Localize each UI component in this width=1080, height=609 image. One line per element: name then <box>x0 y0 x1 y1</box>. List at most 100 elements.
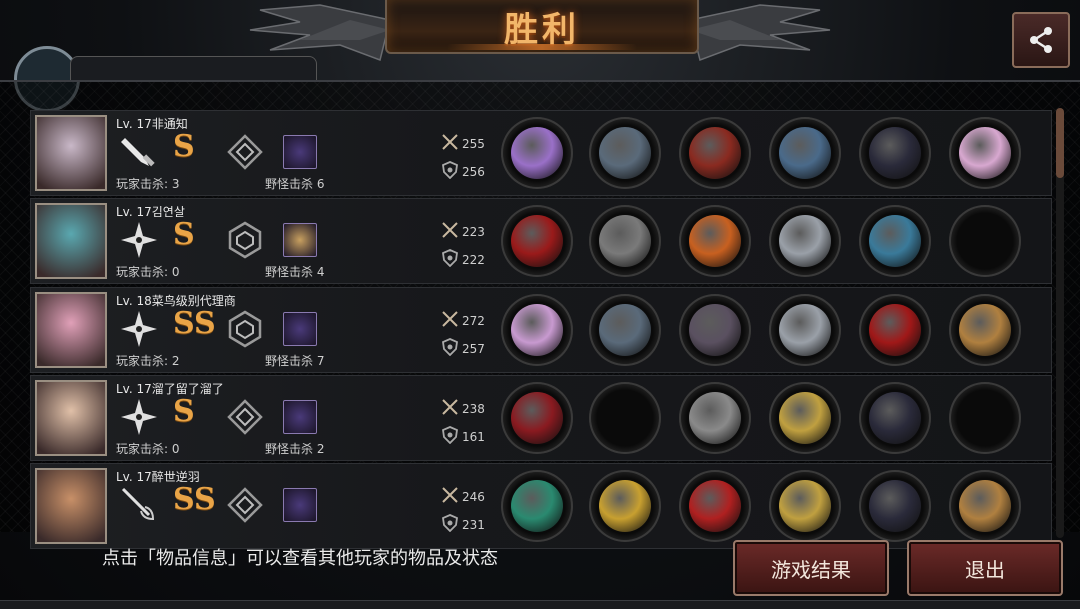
shuriken-icon <box>119 310 159 348</box>
equipment-slot[interactable] <box>859 470 931 542</box>
equipment-slot[interactable] <box>949 382 1021 454</box>
rapier-icon <box>119 486 159 524</box>
equipment-slot[interactable] <box>679 294 751 366</box>
equipment-item-icon <box>599 480 651 532</box>
equipment-slot[interactable] <box>769 117 841 189</box>
equipment-slot[interactable] <box>679 117 751 189</box>
attack-stat: 255 <box>441 133 485 154</box>
defense-stat: 257 <box>441 338 485 359</box>
equipment-slot[interactable] <box>859 205 931 277</box>
player-portrait[interactable] <box>35 292 107 368</box>
equipment-slot[interactable] <box>589 294 661 366</box>
equipment-slot[interactable] <box>679 470 751 542</box>
shuriken-icon <box>119 398 159 436</box>
equipment-item-icon <box>959 480 1011 532</box>
exit-button[interactable]: 退出 <box>907 540 1063 596</box>
attack-stat: 272 <box>441 310 485 331</box>
share-icon <box>1030 27 1052 53</box>
player-kills: 玩家击杀: 2 <box>116 354 180 368</box>
equipment-item-icon <box>869 392 921 444</box>
share-button[interactable] <box>1012 12 1070 68</box>
equipment-slot[interactable] <box>859 117 931 189</box>
player-row[interactable]: Lv. 17非通知 S 玩家击杀: 3 野怪击杀 6 255 256 <box>30 110 1052 196</box>
knife-icon <box>119 133 159 171</box>
attack-icon <box>441 133 459 154</box>
player-level-name: Lv. 17溜了留了溜了 <box>116 382 224 396</box>
defense-stat: 161 <box>441 426 485 447</box>
equipment-item-icon <box>511 215 563 267</box>
monster-kills: 野怪击杀 4 <box>265 265 325 279</box>
title-plate: 胜利 <box>385 0 699 54</box>
equipment-item-icon <box>779 304 831 356</box>
equipment-slot[interactable] <box>501 382 573 454</box>
defense-icon <box>441 426 459 447</box>
hexagon-rank-icon <box>225 310 265 348</box>
equipment-item-icon <box>959 127 1011 179</box>
equipment-slot[interactable] <box>501 117 573 189</box>
right-wing-ornament <box>690 4 831 61</box>
equipment-item-icon <box>689 304 741 356</box>
defense-stat: 222 <box>441 249 485 270</box>
monster-kills: 野怪击杀 7 <box>265 354 325 368</box>
equipment-item-icon <box>869 215 921 267</box>
equipment-item-icon <box>779 480 831 532</box>
player-portrait[interactable] <box>35 115 107 191</box>
buff-icon <box>283 312 317 346</box>
defense-icon <box>441 338 459 359</box>
equipment-item-icon <box>599 215 651 267</box>
item-info-hint: 点击「物品信息」可以查看其他玩家的物品及状态 <box>102 548 498 569</box>
player-kills: 玩家击杀: 0 <box>116 265 180 279</box>
equipment-item-icon <box>511 127 563 179</box>
equipment-slot[interactable] <box>501 470 573 542</box>
equipment-slot[interactable] <box>859 294 931 366</box>
equipment-slot[interactable] <box>589 205 661 277</box>
equipment-slot[interactable] <box>769 294 841 366</box>
equipment-slot[interactable] <box>501 294 573 366</box>
equipment-item-icon <box>869 304 921 356</box>
player-kills: 玩家击杀: 0 <box>116 442 180 456</box>
equipment-slot[interactable] <box>589 382 661 454</box>
equipment-slot[interactable] <box>679 205 751 277</box>
equipment-slot[interactable] <box>679 382 751 454</box>
attack-icon <box>441 221 459 242</box>
equipment-slot[interactable] <box>769 382 841 454</box>
equipment-slot[interactable] <box>949 470 1021 542</box>
buff-icon <box>283 400 317 434</box>
defense-stat: 231 <box>441 514 485 535</box>
equipment-slot[interactable] <box>949 294 1021 366</box>
grade-badge: S <box>173 217 195 252</box>
equipment-item-icon <box>779 392 831 444</box>
defense-stat: 256 <box>441 161 485 182</box>
scrollbar[interactable] <box>1056 108 1064 538</box>
equipment-slot[interactable] <box>589 470 661 542</box>
diamond-rank-icon <box>225 398 265 436</box>
equipment-slot[interactable] <box>501 205 573 277</box>
equipment-item-icon <box>869 480 921 532</box>
player-row[interactable]: Lv. 17溜了留了溜了 S 玩家击杀: 0 野怪击杀 2 238 161 <box>30 375 1052 461</box>
equipment-item-icon <box>599 127 651 179</box>
player-kills: 玩家击杀: 3 <box>116 177 180 191</box>
equipment-item-icon <box>689 215 741 267</box>
monster-kills: 野怪击杀 6 <box>265 177 325 191</box>
equipment-slot[interactable] <box>769 205 841 277</box>
equipment-slot[interactable] <box>589 117 661 189</box>
player-portrait[interactable] <box>35 203 107 279</box>
equipment-slot[interactable] <box>949 117 1021 189</box>
buff-icon <box>283 223 317 257</box>
equipment-item-icon <box>511 304 563 356</box>
player-row[interactable]: Lv. 17醉世逆羽 SS 246 231 <box>30 463 1052 549</box>
player-row[interactable]: Lv. 18菜鸟级别代理商 SS 玩家击杀: 2 野怪击杀 7 272 257 <box>30 287 1052 373</box>
diamond-rank-icon <box>225 133 265 171</box>
equipment-slot[interactable] <box>769 470 841 542</box>
game-result-button[interactable]: 游戏结果 <box>733 540 889 596</box>
scrollbar-thumb[interactable] <box>1056 108 1064 178</box>
attack-icon <box>441 486 459 507</box>
buff-icon <box>283 135 317 169</box>
equipment-slot[interactable] <box>859 382 931 454</box>
player-portrait[interactable] <box>35 380 107 456</box>
equipment-item-icon <box>869 127 921 179</box>
attack-icon <box>441 310 459 331</box>
player-portrait[interactable] <box>35 468 107 544</box>
equipment-slot[interactable] <box>949 205 1021 277</box>
player-row[interactable]: Lv. 17김연살 S 玩家击杀: 0 野怪击杀 4 223 222 <box>30 198 1052 284</box>
